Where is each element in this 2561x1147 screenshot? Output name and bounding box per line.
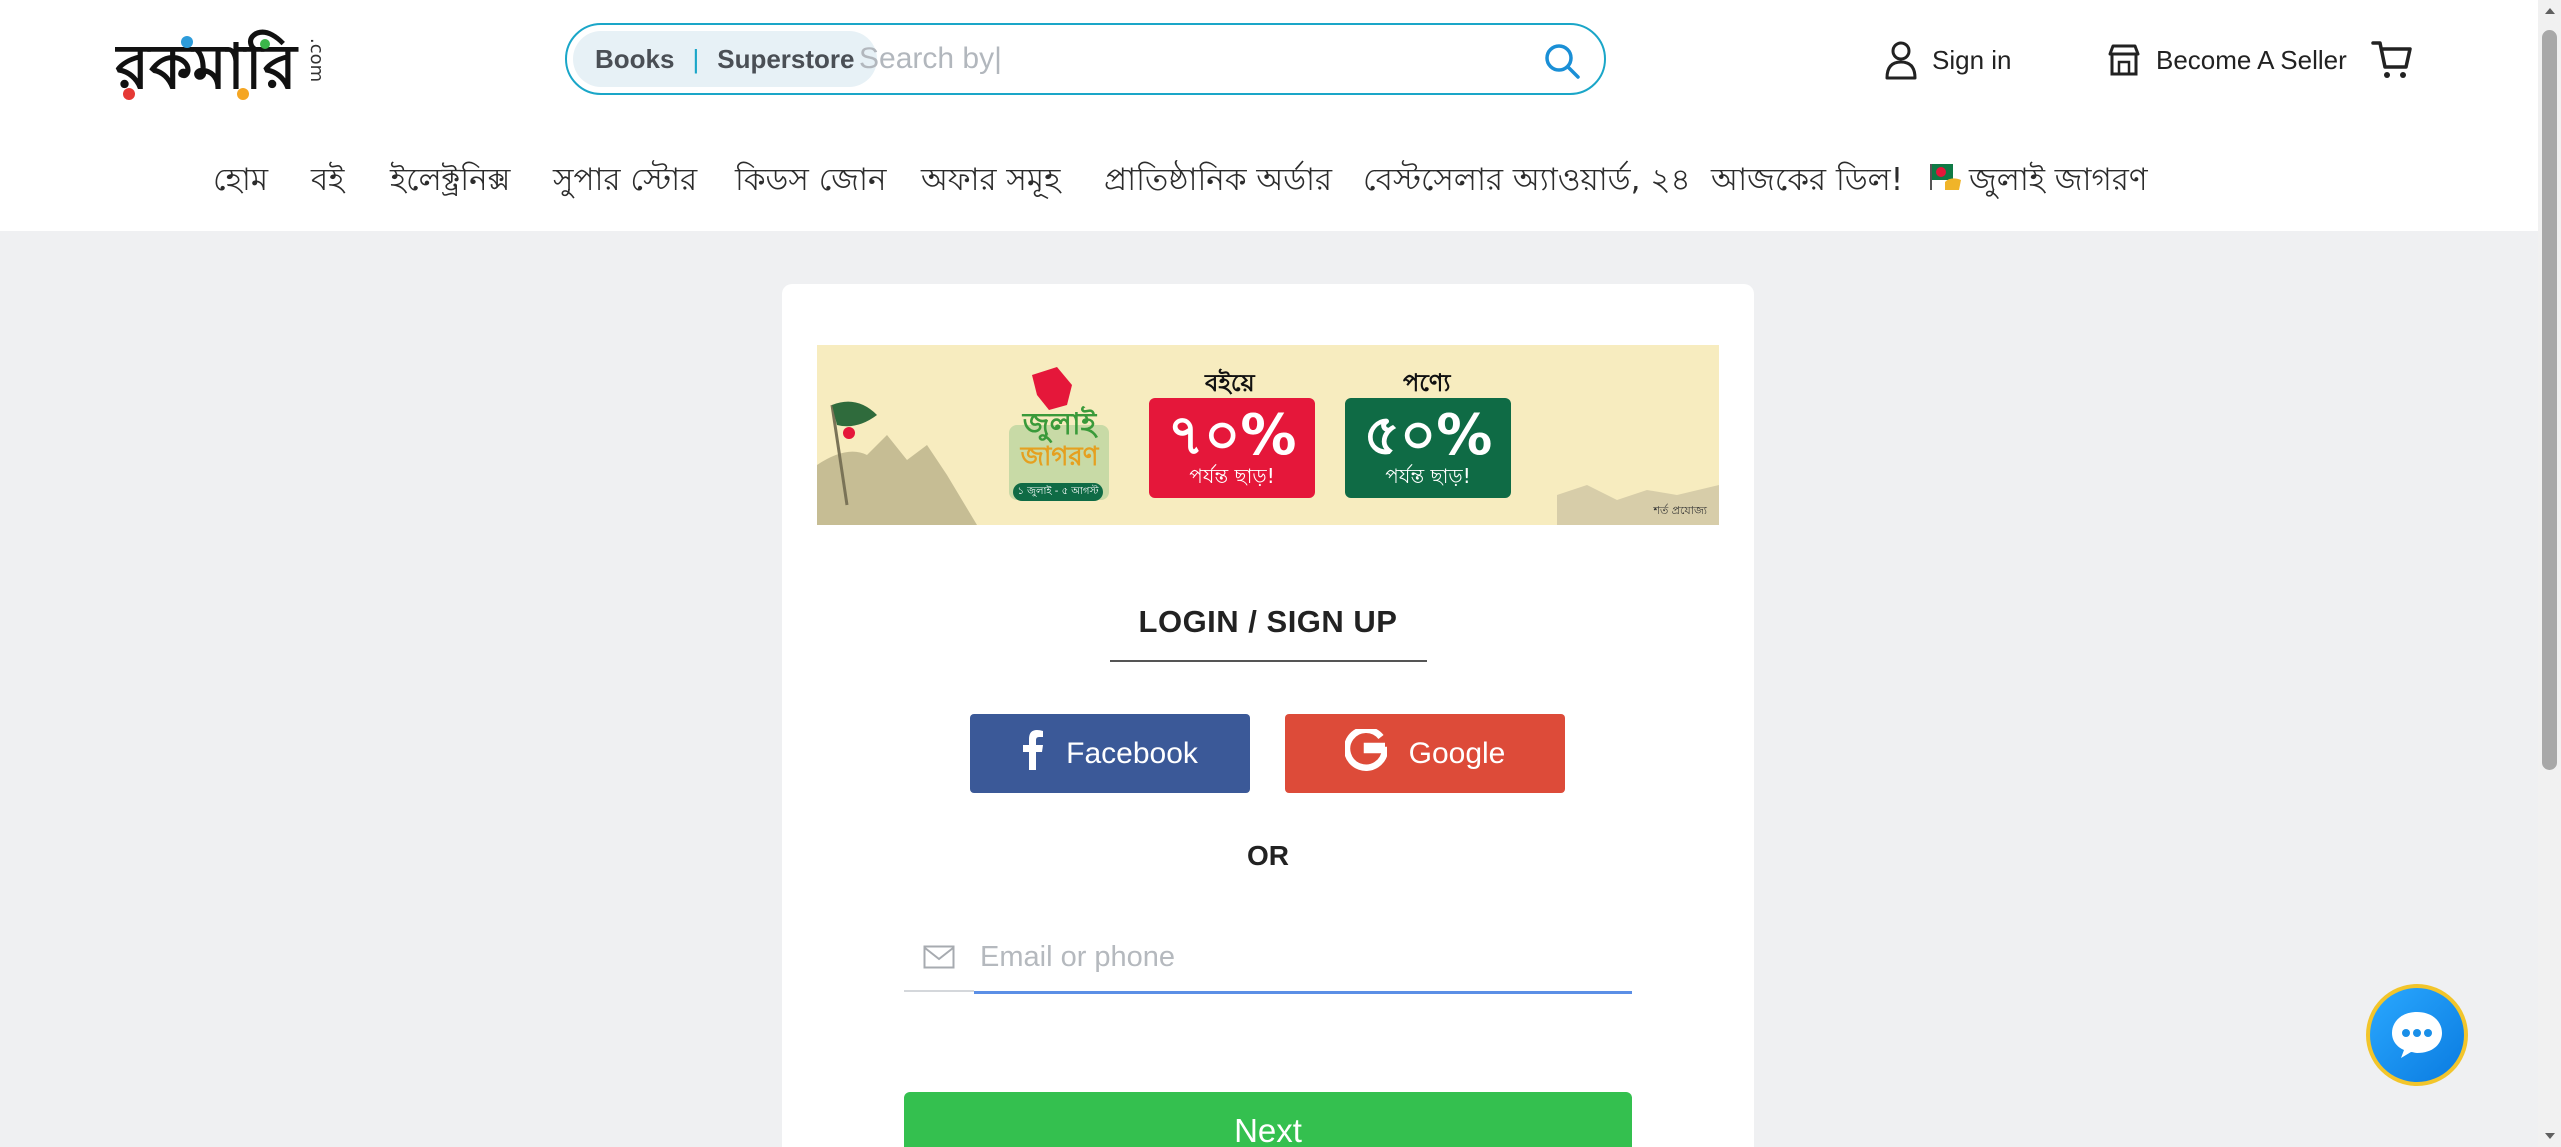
- facebook-login-label: Facebook: [1066, 736, 1198, 770]
- campaign-title-1: জুলাই: [1022, 407, 1097, 442]
- campaign-logo: জুলাই জাগরণ: [1002, 409, 1117, 473]
- chat-button[interactable]: [2366, 984, 2468, 1086]
- user-icon: [1884, 40, 1918, 80]
- envelope-icon: [904, 924, 974, 992]
- or-divider: OR: [1247, 840, 1289, 871]
- main-nav: হোম বই ইলেক্ট্রনিক্স সুপার স্টোর কিডস জো…: [0, 150, 2538, 210]
- scroll-thumb[interactable]: [2542, 30, 2557, 770]
- july-jagoron-flag-icon: [1929, 152, 1963, 212]
- chat-icon: [2370, 988, 2464, 1082]
- nav-item-electronics[interactable]: ইলেক্ট্রনিক্স: [390, 150, 510, 210]
- nav-item-bestseller-award[interactable]: বেস্টসেলার অ্যাওয়ার্ড, ২৪: [1363, 150, 1691, 210]
- become-seller-link[interactable]: Become A Seller: [2106, 35, 2347, 85]
- pill-separator: |: [692, 43, 700, 74]
- login-title: LOGIN / SIGN UP: [1138, 604, 1398, 639]
- nav-item-home[interactable]: হোম: [213, 150, 268, 210]
- scroll-down-arrow-icon[interactable]: [2538, 1125, 2561, 1147]
- campaign-dates: ১ জুলাই - ৫ আগস্ট: [1013, 483, 1103, 501]
- rokomari-logo[interactable]: রকমারি .com: [113, 20, 327, 103]
- facebook-icon: [1022, 729, 1044, 778]
- logo-text: রকমারি: [115, 30, 299, 102]
- email-field-row: [904, 924, 1632, 994]
- products-discount-upto: পর্যন্ত ছাড়!: [1385, 464, 1471, 488]
- google-icon: [1343, 725, 1389, 779]
- books-discount-value: ৭০%: [1167, 403, 1297, 468]
- search-scope-pills[interactable]: Books | Superstore: [573, 31, 877, 87]
- nav-item-july-jagoron[interactable]: জুলাই জাগরণ: [1929, 150, 2148, 210]
- nav-item-superstore[interactable]: সুপার স্টোর: [553, 150, 697, 210]
- books-discount-badge: ৭০% পর্যন্ত ছাড়!: [1149, 398, 1315, 498]
- store-icon: [2106, 42, 2142, 78]
- email-or-phone-field[interactable]: [974, 924, 1632, 994]
- google-login-label: Google: [1408, 736, 1506, 770]
- nav-item-todays-deal[interactable]: আজকের ডিল!: [1711, 150, 1903, 210]
- nav-item-july-jagoron-label: জুলাই জাগরণ: [1969, 162, 2148, 198]
- books-discount-upto: পর্যন্ত ছাড়!: [1189, 464, 1275, 488]
- sign-in-label: Sign in: [1932, 44, 2012, 75]
- cart-icon[interactable]: [2370, 37, 2414, 81]
- campaign-title-2: জাগরণ: [1020, 442, 1099, 472]
- search-bar: Books | Superstore: [565, 23, 1606, 95]
- login-card: জুলাই জাগরণ ১ জুলাই - ৫ আগস্ট বইয়ে ৭০% …: [782, 284, 1754, 1147]
- site-header: রকমারি .com Books | Superstore Sign in B…: [0, 0, 2538, 231]
- banner-terms: শর্ত প্রযোজ্য: [1653, 504, 1707, 517]
- next-button[interactable]: Next: [904, 1092, 1632, 1147]
- nav-item-offers[interactable]: অফার সমূহ: [921, 150, 1060, 210]
- nav-item-institutional-order[interactable]: প্রাতিষ্ঠানিক অর্ডার: [1104, 150, 1332, 210]
- search-icon[interactable]: [1540, 39, 1584, 83]
- products-discount-badge: ৫০% পর্যন্ত ছাড়!: [1345, 398, 1511, 498]
- july-jagoron-banner[interactable]: জুলাই জাগরণ ১ জুলাই - ৫ আগস্ট বইয়ে ৭০% …: [817, 345, 1719, 525]
- page-scrollbar[interactable]: [2538, 0, 2561, 1147]
- logo-suffix: .com: [306, 38, 325, 82]
- title-underline: [1110, 660, 1427, 662]
- facebook-login-button[interactable]: Facebook: [970, 714, 1250, 793]
- sign-in-link[interactable]: Sign in: [1884, 35, 2012, 85]
- pill-superstore[interactable]: Superstore: [717, 44, 854, 75]
- scroll-up-arrow-icon[interactable]: [2538, 0, 2561, 22]
- products-discount-value: ৫০%: [1363, 403, 1493, 468]
- nav-item-kids-zone[interactable]: কিডস জোন: [735, 150, 887, 210]
- search-input[interactable]: [859, 37, 1499, 81]
- become-seller-label: Become A Seller: [2156, 44, 2347, 75]
- pill-books[interactable]: Books: [595, 44, 674, 75]
- google-login-button[interactable]: Google: [1285, 714, 1565, 793]
- nav-item-books[interactable]: বই: [311, 150, 344, 210]
